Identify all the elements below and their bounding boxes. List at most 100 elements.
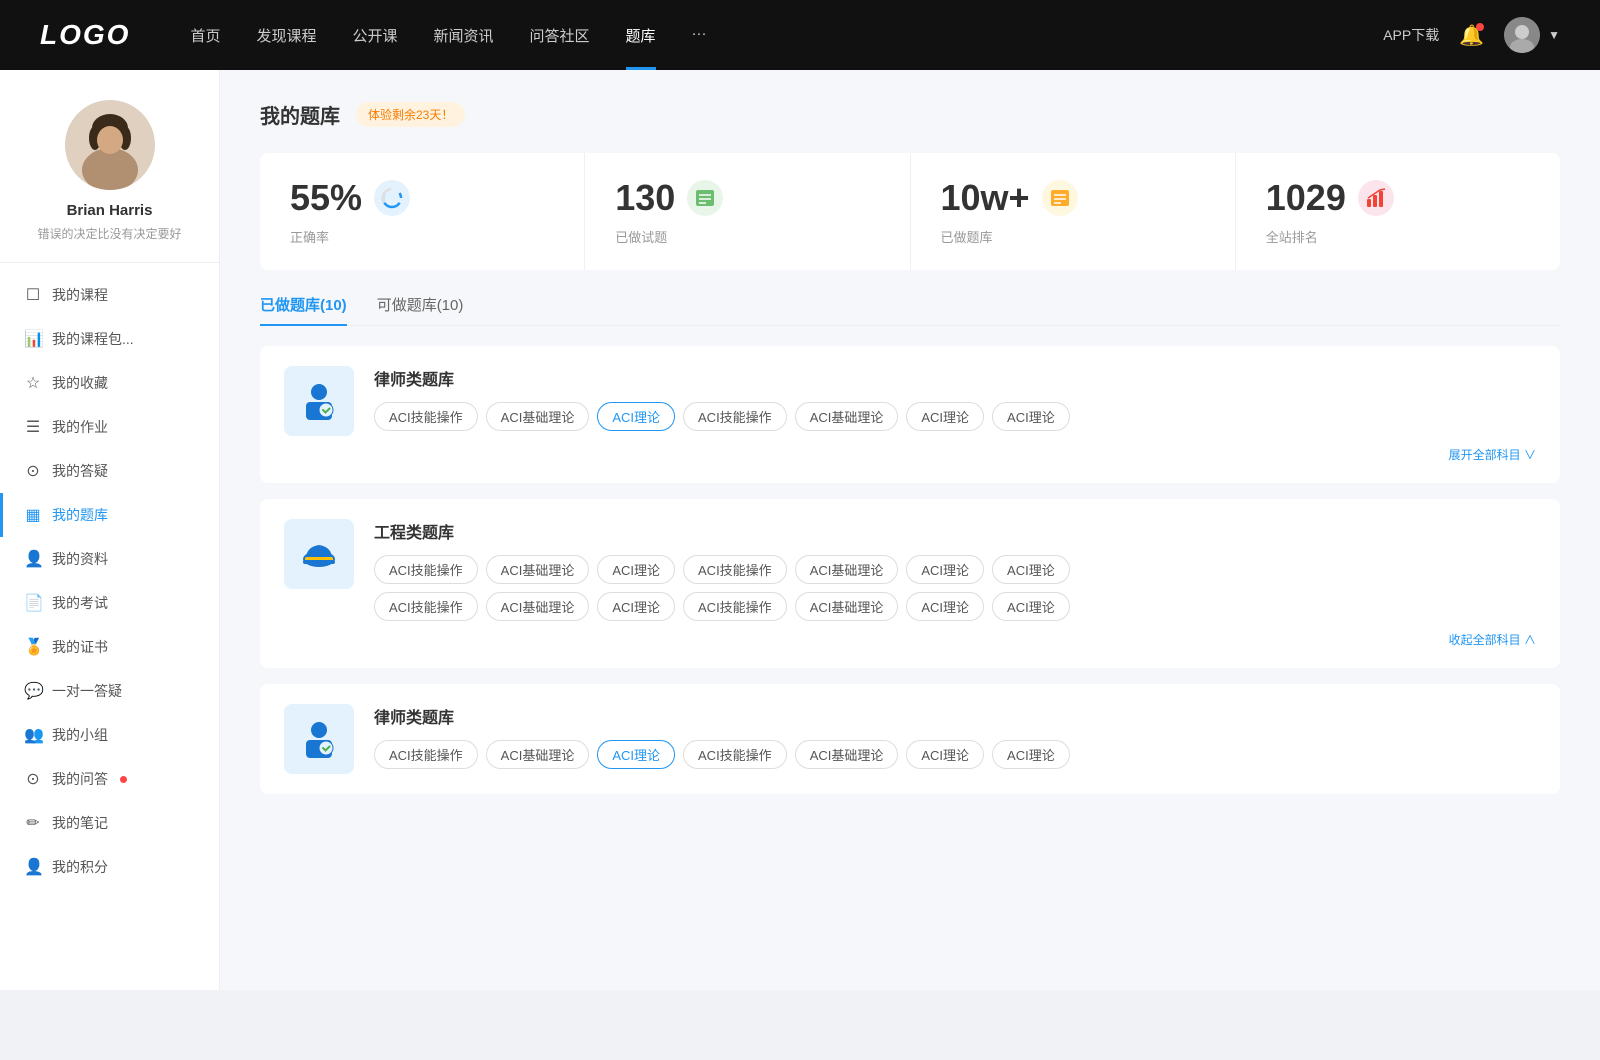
stat-accuracy-label: 正确率	[290, 227, 554, 246]
notification-dot	[1476, 23, 1484, 31]
sidebar-item-notes[interactable]: ✏ 我的笔记	[0, 801, 219, 845]
qbank-tags-1: ACI技能操作 ACI基础理论 ACI理论 ACI技能操作 ACI基础理论 AC…	[374, 402, 1536, 431]
qbank-tag[interactable]: ACI理论	[992, 740, 1070, 769]
qbank-tag[interactable]: ACI技能操作	[683, 592, 787, 621]
certificate-icon: 🏅	[24, 637, 42, 657]
qbank-tag[interactable]: ACI基础理论	[795, 740, 899, 769]
tab-available-banks[interactable]: 可做题库(10)	[377, 294, 464, 325]
qbank-card-2: 工程类题库 ACI技能操作 ACI基础理论 ACI理论 ACI技能操作 ACI基…	[260, 499, 1560, 668]
stat-top: 130	[615, 177, 879, 219]
qbank-tag-active[interactable]: ACI理论	[597, 402, 675, 431]
qbank-icon-lawyer-3	[284, 704, 354, 774]
qbank-tag[interactable]: ACI基础理论	[486, 555, 590, 584]
chevron-down-icon: ▼	[1548, 28, 1560, 42]
qbank-tags-2-row2: ACI技能操作 ACI基础理论 ACI理论 ACI技能操作 ACI基础理论 AC…	[374, 592, 1536, 621]
qbank-tag[interactable]: ACI理论	[992, 402, 1070, 431]
qbank-tag[interactable]: ACI技能操作	[374, 592, 478, 621]
qbank-tag[interactable]: ACI技能操作	[374, 740, 478, 769]
sidebar-item-qa[interactable]: ⊙ 我的答疑	[0, 449, 219, 493]
notes-icon: ✏	[24, 813, 42, 833]
qbank-tag[interactable]: ACI技能操作	[374, 402, 478, 431]
qa-icon: ⊙	[24, 769, 42, 789]
stat-top: 1029	[1266, 177, 1530, 219]
qa-dot	[120, 776, 127, 783]
stat-done-banks: 10w+ 已做题库	[911, 153, 1236, 270]
qbank-card-3: 律师类题库 ACI技能操作 ACI基础理论 ACI理论 ACI技能操作 ACI基…	[260, 684, 1560, 794]
nav-more[interactable]: ···	[692, 25, 707, 46]
nav-qbank[interactable]: 题库	[626, 25, 656, 46]
stat-banks-value: 10w+	[941, 177, 1030, 219]
sidebar-item-my-qa[interactable]: ⊙ 我的问答	[0, 757, 219, 801]
profile-icon: 👤	[24, 549, 42, 569]
qbank-body-3: 律师类题库 ACI技能操作 ACI基础理论 ACI理论 ACI技能操作 ACI基…	[374, 704, 1536, 769]
stat-banks-label: 已做题库	[941, 227, 1205, 246]
qbank-tag[interactable]: ACI理论	[992, 592, 1070, 621]
sidebar-item-group[interactable]: 👥 我的小组	[0, 713, 219, 757]
sidebar-profile: Brian Harris 错误的决定比没有决定要好	[0, 100, 219, 263]
sidebar-item-points[interactable]: 👤 我的积分	[0, 845, 219, 889]
qbank-tag[interactable]: ACI技能操作	[683, 740, 787, 769]
sidebar-item-homework[interactable]: ☰ 我的作业	[0, 405, 219, 449]
qbank-header-2: 工程类题库 ACI技能操作 ACI基础理论 ACI理论 ACI技能操作 ACI基…	[284, 519, 1536, 621]
qbank-tag[interactable]: ACI基础理论	[486, 740, 590, 769]
stats-row: 55% 正确率 130	[260, 153, 1560, 270]
logo[interactable]: LOGO	[40, 19, 130, 51]
app-download-button[interactable]: APP下载	[1383, 25, 1439, 45]
qbank-tag[interactable]: ACI基础理论	[795, 592, 899, 621]
page-header: 我的题库 体验剩余23天！	[260, 100, 1560, 129]
stat-accuracy-value: 55%	[290, 177, 362, 219]
qbank-expand-1[interactable]: 展开全部科目 ∨	[284, 446, 1536, 463]
sidebar-item-favorites[interactable]: ☆ 我的收藏	[0, 361, 219, 405]
qbank-header-3: 律师类题库 ACI技能操作 ACI基础理论 ACI理论 ACI技能操作 ACI基…	[284, 704, 1536, 774]
tabs-row: 已做题库(10) 可做题库(10)	[260, 294, 1560, 326]
sidebar-item-course-packages[interactable]: 📊 我的课程包...	[0, 317, 219, 361]
sidebar-item-certificate[interactable]: 🏅 我的证书	[0, 625, 219, 669]
qbank-tag[interactable]: ACI理论	[597, 592, 675, 621]
qbank-tag-active[interactable]: ACI理论	[597, 740, 675, 769]
sidebar-item-my-courses[interactable]: ☐ 我的课程	[0, 273, 219, 317]
qbank-header-1: 律师类题库 ACI技能操作 ACI基础理论 ACI理论 ACI技能操作 ACI基…	[284, 366, 1536, 436]
qbank-title-3: 律师类题库	[374, 704, 1536, 728]
sidebar-item-qbank[interactable]: ▦ 我的题库	[0, 493, 219, 537]
qbank-tag[interactable]: ACI理论	[906, 555, 984, 584]
qbank-title-2: 工程类题库	[374, 519, 1536, 543]
nav-open-course[interactable]: 公开课	[352, 25, 397, 46]
page-wrapper: Brian Harris 错误的决定比没有决定要好 ☐ 我的课程 📊 我的课程包…	[0, 70, 1600, 990]
qbank-tag[interactable]: ACI技能操作	[683, 555, 787, 584]
user-avatar-menu[interactable]: ▼	[1504, 17, 1560, 53]
qbank-title-1: 律师类题库	[374, 366, 1536, 390]
navbar-right: APP下载 🔔 ▼	[1383, 17, 1560, 53]
accuracy-icon	[374, 180, 410, 216]
nav-links: 首页 发现课程 公开课 新闻资讯 问答社区 题库 ···	[190, 25, 1383, 46]
stat-rank-value: 1029	[1266, 177, 1346, 219]
nav-discover[interactable]: 发现课程	[256, 25, 316, 46]
qbank-tag[interactable]: ACI理论	[597, 555, 675, 584]
qbank-tag[interactable]: ACI理论	[906, 592, 984, 621]
stat-top: 55%	[290, 177, 554, 219]
main-content: 我的题库 体验剩余23天！ 55% 正确率 13	[220, 70, 1600, 990]
qbank-tag[interactable]: ACI基础理论	[795, 555, 899, 584]
nav-news[interactable]: 新闻资讯	[434, 25, 494, 46]
sidebar-item-exam[interactable]: 📄 我的考试	[0, 581, 219, 625]
qbank-tag[interactable]: ACI理论	[906, 740, 984, 769]
sidebar-menu: ☐ 我的课程 📊 我的课程包... ☆ 我的收藏 ☰ 我的作业 ⊙ 我的答疑 ▦	[0, 263, 219, 899]
qbank-tag[interactable]: ACI技能操作	[374, 555, 478, 584]
qbank-tag[interactable]: ACI理论	[906, 402, 984, 431]
stat-accuracy: 55% 正确率	[260, 153, 585, 270]
nav-home[interactable]: 首页	[190, 25, 220, 46]
qbank-collapse-2[interactable]: 收起全部科目 ∧	[284, 631, 1536, 648]
tab-done-banks[interactable]: 已做题库(10)	[260, 294, 347, 325]
question-icon: ⊙	[24, 461, 42, 481]
qbank-tag[interactable]: ACI技能操作	[683, 402, 787, 431]
qbank-icon-engineer	[284, 519, 354, 589]
nav-qa[interactable]: 问答社区	[530, 25, 590, 46]
qbank-tag[interactable]: ACI基础理论	[795, 402, 899, 431]
sidebar-item-one-on-one[interactable]: 💬 一对一答疑	[0, 669, 219, 713]
qbank-tag[interactable]: ACI基础理论	[486, 592, 590, 621]
sidebar-item-profile[interactable]: 👤 我的资料	[0, 537, 219, 581]
avatar	[1504, 17, 1540, 53]
qbank-tag[interactable]: ACI基础理论	[486, 402, 590, 431]
qbank-tag[interactable]: ACI理论	[992, 555, 1070, 584]
qbank-icon: ▦	[24, 505, 42, 525]
notification-bell[interactable]: 🔔	[1459, 23, 1484, 48]
